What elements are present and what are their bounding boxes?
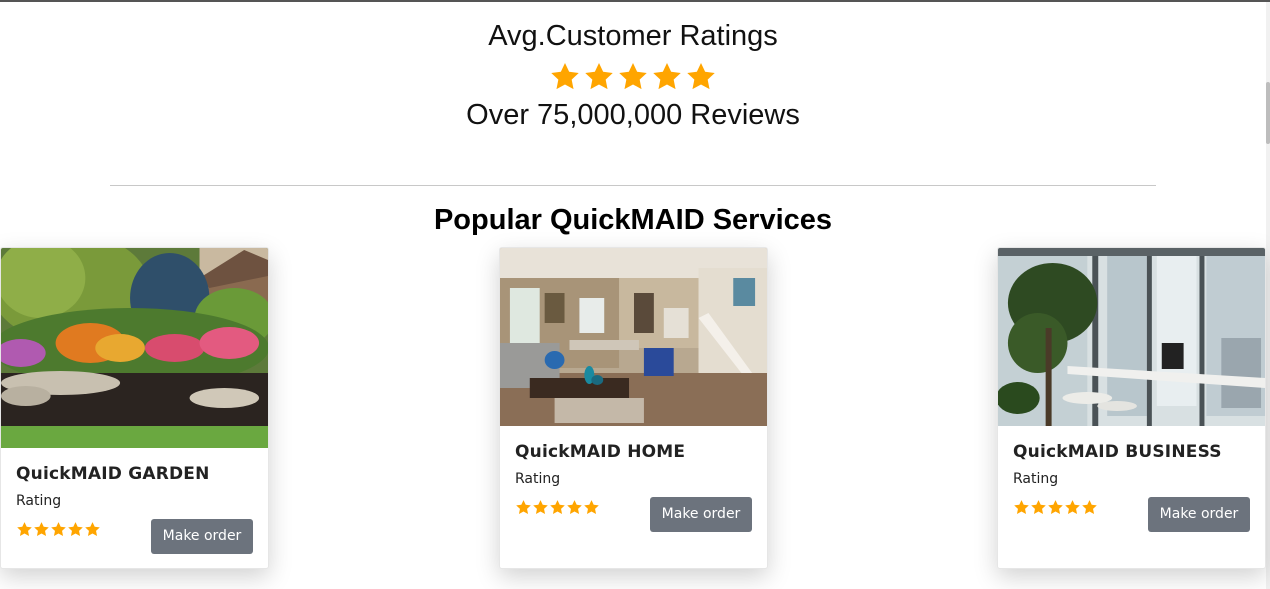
star-icon	[584, 500, 599, 514]
top-border	[0, 0, 1270, 2]
star-icon	[1082, 500, 1097, 514]
star-icon	[1048, 500, 1063, 514]
section-divider	[110, 185, 1156, 186]
card-stars	[1013, 499, 1098, 516]
scrollbar-thumb[interactable]	[1266, 82, 1270, 144]
star-icon	[550, 500, 565, 514]
star-icon	[34, 522, 49, 536]
star-icon	[653, 63, 681, 90]
ratings-stars	[0, 61, 1266, 97]
card-stars	[16, 521, 101, 538]
star-icon	[1031, 500, 1046, 514]
ratings-title: Avg.Customer Ratings	[488, 20, 778, 52]
star-icon	[567, 500, 582, 514]
star-icon	[619, 63, 647, 90]
star-icon	[1014, 500, 1029, 514]
service-card-home: QuickMAID HOME Rating Make order	[499, 247, 768, 569]
star-icon	[585, 63, 613, 90]
star-icon	[85, 522, 100, 536]
card-title: QuickMAID HOME	[515, 442, 686, 462]
make-order-button[interactable]: Make order	[1148, 497, 1250, 532]
star-icon	[17, 522, 32, 536]
star-icon	[1065, 500, 1080, 514]
star-icon	[551, 63, 579, 90]
ratings-summary: Avg.Customer Ratings Over 75,000,000 Rev…	[0, 14, 1266, 135]
star-icon	[687, 63, 715, 90]
star-icon	[533, 500, 548, 514]
service-card-garden: QuickMAID GARDEN Rating Make order	[0, 247, 269, 569]
star-icon	[68, 522, 83, 536]
office-photo	[998, 248, 1265, 426]
star-icon	[51, 522, 66, 536]
card-rating-label: Rating	[515, 471, 561, 487]
living-room-photo	[500, 248, 767, 426]
star-icon	[516, 500, 531, 514]
ratings-reviews-count: Over 75,000,000 Reviews	[466, 99, 800, 131]
card-stars	[515, 499, 600, 516]
card-title: QuickMAID BUSINESS	[1013, 442, 1222, 462]
garden-photo	[1, 248, 268, 448]
make-order-button[interactable]: Make order	[151, 519, 253, 554]
card-rating-label: Rating	[1013, 471, 1059, 487]
service-card-business: QuickMAID BUSINESS Rating Make order	[997, 247, 1266, 569]
scrollbar[interactable]	[1266, 2, 1270, 589]
card-rating-label: Rating	[16, 493, 62, 509]
make-order-button[interactable]: Make order	[650, 497, 752, 532]
card-title: QuickMAID GARDEN	[16, 464, 210, 484]
services-title: Popular QuickMAID Services	[433, 204, 833, 236]
